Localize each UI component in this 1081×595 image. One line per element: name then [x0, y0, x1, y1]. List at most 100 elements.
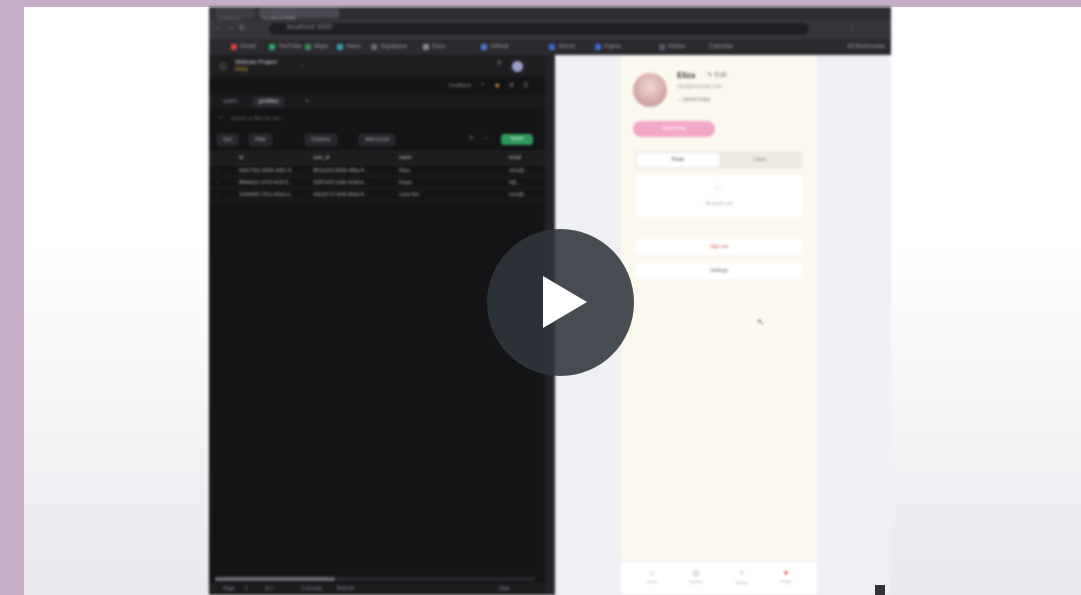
filter-row[interactable]: ⌕ Search or filter by row...: [209, 113, 545, 125]
edit-profile-button[interactable]: Edit Profile: [633, 121, 715, 137]
reload-icon[interactable]: ↻: [239, 24, 245, 32]
help-icon[interactable]: ?: [497, 61, 501, 68]
bookmark-item[interactable]: Vercel: [549, 43, 575, 51]
browser-tab-active[interactable]: localhost:3000: [259, 8, 339, 23]
home-icon: ⌂: [649, 568, 655, 577]
row-checkbox[interactable]: □: [215, 192, 218, 198]
bookmark-item[interactable]: GitHub: [481, 43, 509, 51]
bookmark-label: All Bookmarks: [847, 44, 886, 50]
segment-posts[interactable]: Posts: [637, 153, 719, 167]
sign-out-button[interactable]: Sign out: [635, 239, 803, 255]
browser-toolbar: ← → ↻ localhost:3000 ⋮: [209, 19, 891, 39]
chevron-down-icon[interactable]: ⌄: [299, 60, 305, 68]
cell-user-id: 2b5f7e03-1a8e-4c6d-b...: [313, 180, 368, 186]
bookmark-label: GitHub: [490, 44, 509, 50]
sort-button[interactable]: Sort: [217, 134, 239, 146]
bookmark-label: Gmail: [240, 44, 256, 50]
forward-icon[interactable]: →: [227, 24, 234, 31]
page-number-input[interactable]: 1: [245, 586, 248, 592]
tab-users[interactable]: users: [217, 97, 244, 107]
column-header-user-id[interactable]: user_id: [313, 155, 329, 161]
browser-tab-strip: supabase localhost:3000: [209, 7, 891, 23]
all-bookmarks-button[interactable]: All Bookmarks: [847, 43, 885, 51]
horizontal-scrollbar[interactable]: [215, 577, 535, 581]
column-header-email[interactable]: email: [509, 155, 521, 161]
scrollbar-thumb[interactable]: [215, 577, 335, 581]
browser-tab[interactable]: supabase: [215, 8, 255, 23]
cell-email: eliza@...: [509, 168, 529, 174]
bookmark-item[interactable]: Calendar: [709, 43, 733, 51]
bookmark-item[interactable]: News: [337, 43, 361, 51]
empty-state-text: No posts yet: [705, 201, 733, 207]
columns-button[interactable]: Columns: [305, 134, 337, 146]
add-record-button[interactable]: Add record: [359, 134, 396, 146]
segment-likes[interactable]: Likes: [719, 153, 801, 167]
bookmark-item[interactable]: Figma: [595, 43, 621, 51]
address-bar[interactable]: [269, 23, 809, 35]
record-count: 3 records: [301, 586, 322, 592]
cell-name: Luna Rei: [399, 192, 420, 198]
cell-id: 3c84e6f2-7d1a-42a3-a...: [239, 192, 294, 198]
table-footer: Page 1 of 1 3 records Refresh Data: [209, 583, 545, 595]
bookmark-item[interactable]: Maps: [305, 43, 329, 51]
search-icon[interactable]: ⌕: [481, 82, 484, 89]
column-header-name[interactable]: name: [399, 155, 412, 161]
feedback-button[interactable]: Feedback: [449, 83, 471, 89]
profile-email: eliza@example.com: [677, 84, 723, 90]
row-checkbox[interactable]: □: [215, 168, 218, 174]
bookmark-icon: [659, 44, 665, 50]
bookmark-icon: [305, 44, 311, 50]
bookmark-icon: [231, 44, 237, 50]
row-checkbox[interactable]: □: [215, 180, 218, 186]
table-row[interactable]: □ 8f9d4a2c-b7e3-4c3f-9... 2b5f7e03-1a8e-…: [209, 177, 545, 189]
bookmark-icon: [549, 44, 555, 50]
filter-placeholder: Search or filter by row...: [231, 116, 284, 122]
view-toggle[interactable]: Data: [499, 586, 510, 592]
settings-icon[interactable]: ⚙: [509, 82, 514, 89]
tab-profiles[interactable]: profiles: [253, 97, 285, 107]
cell-email: luna@...: [509, 192, 528, 198]
bookmark-item[interactable]: Notion: [659, 43, 685, 51]
profile-icon: ●: [783, 568, 789, 577]
table-row[interactable]: □ 3c84e6f2-7d1a-42a3-a... d4a1b7c2-9e6f-…: [209, 189, 545, 201]
cell-user-id: 9f32a1d1-8d0b-49ba-9...: [313, 168, 369, 174]
bookmark-item[interactable]: Gmail: [231, 43, 256, 51]
column-header-id[interactable]: id: [239, 155, 243, 161]
bookmark-icon: [269, 44, 275, 50]
notification-icon[interactable]: ◆: [495, 82, 500, 89]
video-play-button[interactable]: [487, 229, 634, 376]
settings-button[interactable]: Settings: [635, 263, 803, 279]
refresh-icon[interactable]: ↻: [469, 135, 474, 142]
bookmark-label: News: [346, 44, 362, 50]
page-label: Page: [223, 586, 235, 592]
menu-icon[interactable]: ☰: [523, 82, 528, 89]
play-icon: [543, 276, 587, 328]
back-icon[interactable]: ←: [215, 24, 222, 31]
edit-name-button[interactable]: ✎ Edit: [707, 71, 727, 79]
bookmark-item[interactable]: Supabase: [371, 43, 407, 51]
bookmark-label: Figma: [604, 44, 621, 50]
nav-profile[interactable]: ● Profile: [771, 568, 801, 584]
bookmark-item[interactable]: Docs: [423, 43, 446, 51]
nav-explore[interactable]: ◎ Explore: [681, 568, 711, 584]
cell-id: 8f9d4a2c-b7e3-4c3f-9...: [239, 180, 293, 186]
empty-box-icon: □: [715, 183, 720, 192]
bookmark-item[interactable]: YouTube: [269, 43, 302, 51]
refresh-button[interactable]: Refresh: [337, 586, 355, 592]
nav-search[interactable]: ⌕ Search: [727, 568, 757, 585]
bookmark-label: Vercel: [558, 44, 575, 50]
more-icon[interactable]: ⋯: [483, 135, 489, 142]
table-row[interactable]: □ 6a9c79e1-80b5-4d61-8... 9f32a1d1-8d0b-…: [209, 165, 545, 177]
project-title[interactable]: Website Project: [235, 60, 277, 66]
add-tab-icon[interactable]: +: [305, 98, 309, 105]
profile-avatar[interactable]: [633, 73, 667, 107]
bookmark-icon: [481, 44, 487, 50]
user-avatar[interactable]: [512, 61, 523, 72]
filter-icon: ⌕: [219, 115, 223, 121]
cell-name: Eliza: [399, 168, 410, 174]
extensions-icon[interactable]: ⋮: [849, 24, 856, 32]
nav-home[interactable]: ⌂ Home: [637, 568, 667, 584]
filter-button[interactable]: Filter: [249, 134, 273, 146]
nav-label: Profile: [780, 579, 792, 584]
insert-button[interactable]: Insert: [501, 134, 533, 145]
